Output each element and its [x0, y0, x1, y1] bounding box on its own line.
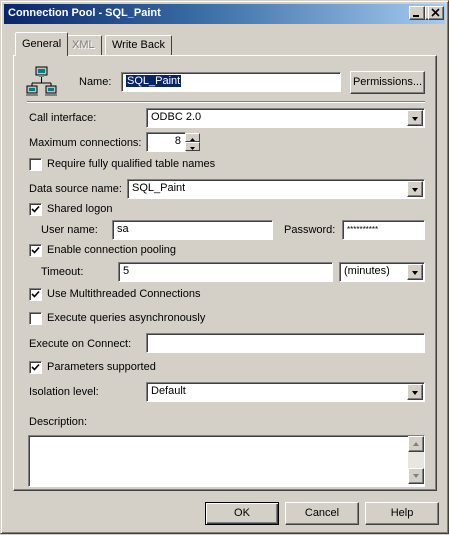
- description-scrollbar[interactable]: [408, 436, 424, 484]
- description-label: Description:: [29, 416, 88, 428]
- scroll-up-button[interactable]: [408, 436, 424, 452]
- password-input[interactable]: **********: [342, 220, 425, 240]
- cancel-button[interactable]: Cancel: [285, 502, 359, 525]
- timeout-value: 5: [123, 265, 130, 277]
- require-qualified-checkbox[interactable]: [29, 158, 42, 171]
- timeout-label: Timeout:: [41, 266, 84, 278]
- execute-on-connect-label: Execute on Connect:: [29, 338, 132, 350]
- isolation-level-label: Isolation level:: [29, 386, 99, 398]
- user-name-input[interactable]: sa: [112, 220, 273, 240]
- checkmark-icon: [31, 290, 40, 298]
- call-interface-select[interactable]: ODBC 2.0: [146, 108, 425, 128]
- multithreaded-checkbox[interactable]: [29, 288, 42, 301]
- chevron-down-icon[interactable]: [407, 181, 423, 197]
- shared-logon-checkbox[interactable]: [29, 203, 42, 216]
- user-name-value: sa: [117, 223, 129, 235]
- ok-button[interactable]: OK: [205, 502, 279, 525]
- checkmark-icon: [31, 246, 40, 254]
- isolation-level-select[interactable]: Default: [146, 382, 425, 402]
- max-connections-spinner[interactable]: [185, 133, 200, 151]
- call-interface-label: Call interface:: [29, 112, 97, 124]
- parameters-supported-label: Parameters supported: [47, 361, 156, 373]
- name-input[interactable]: SQL_Paint: [121, 72, 341, 92]
- spin-up-button[interactable]: [185, 133, 200, 142]
- permissions-button[interactable]: Permissions...: [350, 71, 425, 94]
- network-computers-icon: [26, 66, 57, 96]
- isolation-level-value: Default: [151, 385, 186, 397]
- ok-button-label: OK: [234, 507, 250, 519]
- dsn-select[interactable]: SQL_Paint: [127, 179, 425, 199]
- async-checkbox[interactable]: [29, 312, 42, 325]
- checkmark-icon: [31, 205, 40, 213]
- shared-logon-label: Shared logon: [47, 203, 113, 215]
- execute-on-connect-input[interactable]: [146, 333, 425, 353]
- chevron-down-icon[interactable]: [407, 264, 423, 280]
- multithreaded-label: Use Multithreaded Connections: [47, 288, 201, 300]
- timeout-unit-select[interactable]: (minutes): [339, 262, 425, 282]
- chevron-down-icon[interactable]: [407, 384, 423, 400]
- arrow-down-icon: [413, 474, 419, 478]
- password-value: **********: [347, 225, 379, 234]
- name-label: Name:: [79, 76, 112, 88]
- arrow-up-icon: [413, 442, 419, 446]
- user-name-label: User name:: [41, 224, 98, 236]
- parameters-supported-checkbox[interactable]: [29, 361, 42, 374]
- spin-down-button[interactable]: [185, 142, 200, 151]
- dsn-value: SQL_Paint: [132, 182, 186, 194]
- help-button[interactable]: Help: [365, 502, 439, 525]
- connection-pool-dialog: Connection Pool - SQL_Paint General XML …: [0, 0, 449, 534]
- cancel-button-label: Cancel: [304, 507, 340, 519]
- require-qualified-label: Require fully qualified table names: [47, 158, 216, 170]
- password-label: Password:: [284, 224, 336, 236]
- divider: [27, 101, 425, 103]
- max-connections-value: 8: [174, 135, 181, 147]
- dsn-label: Data source name:: [29, 183, 122, 195]
- async-label: Execute queries asynchronously: [47, 312, 206, 324]
- scroll-down-button[interactable]: [408, 468, 424, 484]
- max-connections-input[interactable]: 8: [146, 132, 186, 152]
- arrow-down-icon: [190, 147, 195, 150]
- permissions-button-label: Permissions...: [352, 76, 423, 88]
- timeout-input[interactable]: 5: [118, 262, 333, 282]
- name-value: SQL_Paint: [126, 75, 182, 87]
- enable-pooling-checkbox[interactable]: [29, 244, 42, 257]
- call-interface-value: ODBC 2.0: [151, 111, 202, 123]
- help-button-label: Help: [390, 507, 414, 519]
- description-textarea[interactable]: [28, 435, 425, 487]
- checkmark-icon: [31, 363, 40, 371]
- chevron-down-icon[interactable]: [407, 110, 423, 126]
- enable-pooling-label: Enable connection pooling: [47, 244, 177, 256]
- max-connections-label: Maximum connections:: [29, 137, 142, 149]
- timeout-unit-value: (minutes): [344, 265, 390, 277]
